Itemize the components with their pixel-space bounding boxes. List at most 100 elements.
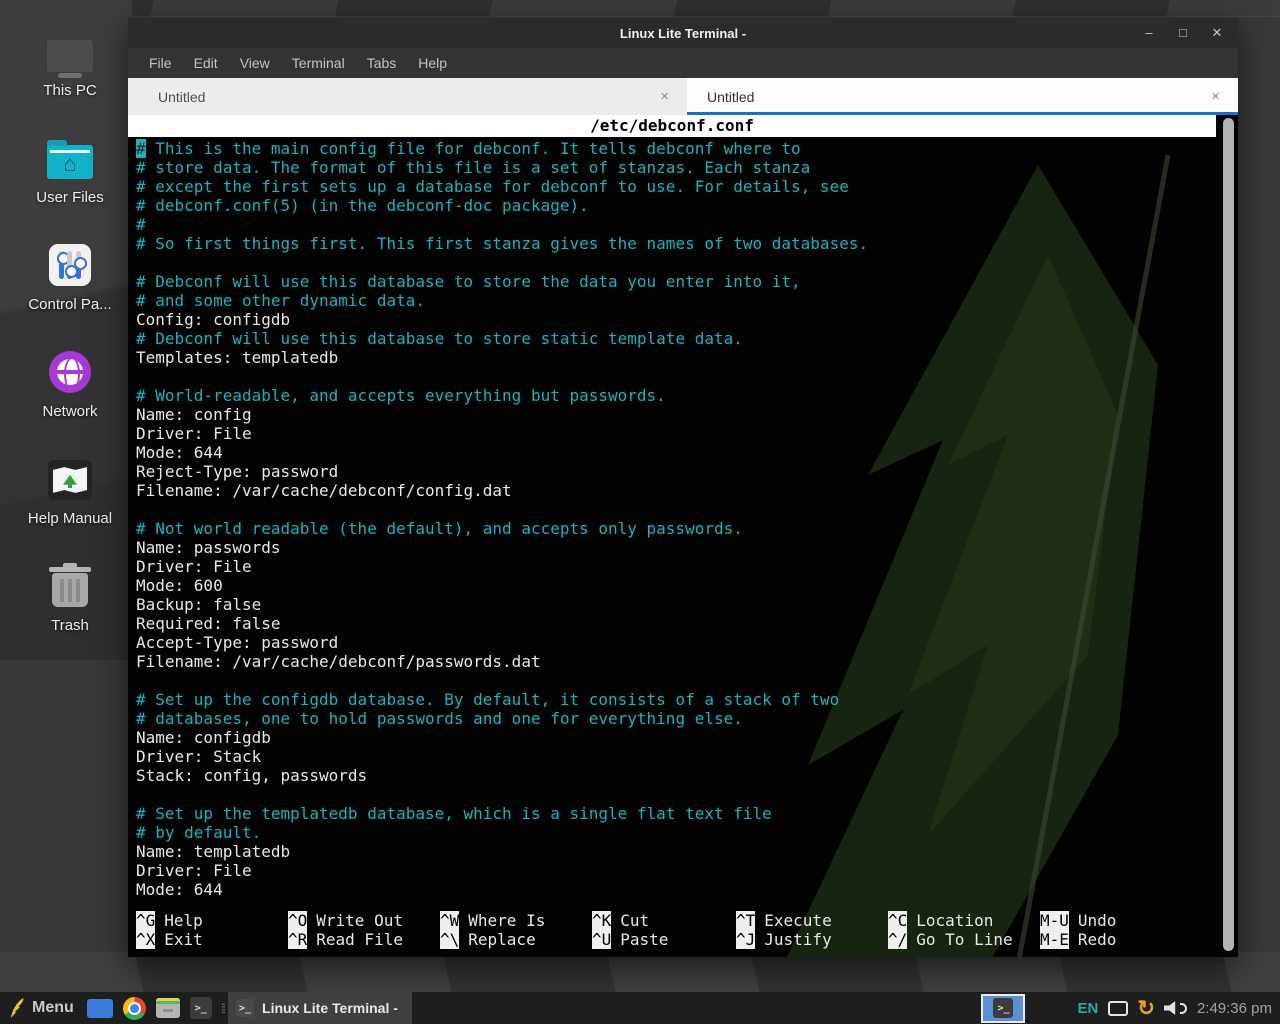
terminal-line: # Not world readable (the default), and … <box>136 519 1212 538</box>
terminal-launcher[interactable]: >_ <box>190 997 212 1019</box>
desktop-icon-network[interactable]: Network <box>10 345 130 420</box>
menu-button-label: Menu <box>32 999 74 1017</box>
file-manager-icon <box>156 998 180 1018</box>
chrome-launcher[interactable] <box>123 997 146 1020</box>
tab-untitled-1[interactable]: Untitled × <box>128 78 687 115</box>
menu-bar: FileEditViewTerminalTabsHelp <box>128 48 1238 78</box>
menu-item-file[interactable]: File <box>138 55 183 71</box>
help-manual-icon <box>48 452 92 500</box>
nano-shortcut: ^\Replace <box>440 930 592 949</box>
volume-icon[interactable] <box>1164 1001 1187 1016</box>
terminal-line: Driver: File <box>136 557 1212 576</box>
menu-button[interactable]: Menu <box>0 992 82 1024</box>
terminal-line <box>136 500 1212 519</box>
maximize-button[interactable]: □ <box>1176 25 1190 41</box>
terminal-line: # Set up the templatedb database, which … <box>136 804 1212 823</box>
terminal-line: Driver: Stack <box>136 747 1212 766</box>
terminal-line: Mode: 644 <box>136 443 1212 462</box>
terminal-line: # debconf.conf(5) (in the debconf-doc pa… <box>136 196 1212 215</box>
menu-item-help[interactable]: Help <box>407 55 458 71</box>
nano-lines[interactable]: # This is the main config file for debco… <box>128 137 1238 911</box>
keyboard-layout-indicator[interactable]: EN <box>1077 1000 1098 1017</box>
terminal-line: # Set up the configdb database. By defau… <box>136 690 1212 709</box>
folder-home-icon: ⌂ <box>47 131 93 179</box>
clock[interactable]: 2:49:36 pm <box>1197 1000 1272 1017</box>
display-tray-icon[interactable] <box>1108 1001 1128 1016</box>
tab-bar: Untitled × Untitled × <box>128 78 1238 115</box>
terminal-line: # databases, one to hold passwords and o… <box>136 709 1212 728</box>
desktop-icon-label: Network <box>42 403 97 420</box>
terminal-line <box>136 253 1212 272</box>
terminal-line: Filename: /var/cache/debconf/config.dat <box>136 481 1212 500</box>
terminal-line <box>136 367 1212 386</box>
nano-shortcut: ^/Go To Line <box>888 930 1040 949</box>
desktop-icon-label: Control Pa... <box>28 296 111 313</box>
nano-shortcut: ^KCut <box>592 911 736 930</box>
update-notifier-icon[interactable]: ↻ <box>1137 998 1155 1019</box>
window-titlebar[interactable]: Linux Lite Terminal - – □ ✕ <box>128 18 1238 48</box>
menu-item-terminal[interactable]: Terminal <box>281 55 356 71</box>
tab-label: Untitled <box>707 89 1207 105</box>
nano-shortcut: ^JJustify <box>736 930 888 949</box>
nano-file-path: /etc/debconf.conf <box>128 115 1216 137</box>
desktop-icon-label: Trash <box>51 617 89 634</box>
task-button-terminal[interactable]: >_ Linux Lite Terminal - <box>228 992 412 1024</box>
wallpaper-facet-bottom <box>0 952 1280 992</box>
tab-close-icon[interactable]: × <box>656 88 673 105</box>
desktop-icon-help-manual[interactable]: Help Manual <box>10 452 130 527</box>
menu-item-edit[interactable]: Edit <box>183 55 229 71</box>
nano-shortcut: ^WWhere Is <box>440 911 592 930</box>
menu-item-tabs[interactable]: Tabs <box>356 55 408 71</box>
linux-lite-feather-icon <box>8 996 25 1020</box>
terminal-line: # So first things first. This first stan… <box>136 234 1212 253</box>
desktop-icon-column: This PC ⌂ User Files Control Pa... Netwo… <box>6 24 134 666</box>
nano-shortcut: ^CLocation <box>888 911 1040 930</box>
terminal-content[interactable]: GNU nano 7.2 /etc/debconf.conf # This is… <box>128 115 1238 957</box>
text-cursor: # <box>136 139 146 158</box>
terminal-line: Filename: /var/cache/debconf/passwords.d… <box>136 652 1212 671</box>
network-globe-icon <box>49 345 91 393</box>
terminal-line <box>136 785 1212 804</box>
minimize-button[interactable]: – <box>1142 25 1156 41</box>
tab-close-icon[interactable]: × <box>1207 88 1224 105</box>
nano-shortcut: ^GHelp <box>136 911 288 930</box>
desktop-icon-control-panel[interactable]: Control Pa... <box>10 238 130 313</box>
terminal-line: # and some other dynamic data. <box>136 291 1212 310</box>
terminal-line: # World-readable, and accepts everything… <box>136 386 1212 405</box>
desktop-icon-label: Help Manual <box>28 510 112 527</box>
tab-untitled-2[interactable]: Untitled × <box>687 78 1238 115</box>
terminal-window: Linux Lite Terminal - – □ ✕ FileEditView… <box>128 18 1238 957</box>
nano-shortcut: ^OWrite Out <box>288 911 440 930</box>
tray-terminal-indicator[interactable]: >_ <box>981 994 1025 1023</box>
nano-shortcut-bar: ^GHelp^OWrite Out^WWhere Is^KCut^TExecut… <box>128 911 1238 957</box>
terminal-line <box>136 671 1212 690</box>
terminal-line: # <box>136 215 1212 234</box>
file-manager-launcher[interactable] <box>156 998 180 1018</box>
terminal-scrollbar[interactable] <box>1223 118 1234 951</box>
terminal-icon: >_ <box>236 999 254 1017</box>
terminal-line: Accept-Type: password <box>136 633 1212 652</box>
terminal-line: Driver: File <box>136 861 1212 880</box>
taskbar: Menu >_ ⁞⁞ >_ Linux Lite Terminal - >_ E… <box>0 992 1280 1024</box>
terminal-line: # by default. <box>136 823 1212 842</box>
nano-shortcut: M-UUndo <box>1040 911 1238 930</box>
nano-shortcut: ^XExit <box>136 930 288 949</box>
desktop-icon-this-pc[interactable]: This PC <box>10 24 130 99</box>
terminal-line: Name: passwords <box>136 538 1212 557</box>
terminal-line: Mode: 600 <box>136 576 1212 595</box>
desktop-icon-trash[interactable]: Trash <box>10 559 130 634</box>
task-button-label: Linux Lite Terminal - <box>262 1000 398 1016</box>
desktop-icon-user-files[interactable]: ⌂ User Files <box>10 131 130 206</box>
nano-titlebar: GNU nano 7.2 /etc/debconf.conf <box>128 115 1216 137</box>
control-panel-icon <box>49 238 91 286</box>
show-desktop-button[interactable] <box>87 999 113 1018</box>
desktop-icon-label: User Files <box>36 189 104 206</box>
close-button[interactable]: ✕ <box>1210 25 1224 41</box>
scrollbar-thumb[interactable] <box>1223 118 1234 951</box>
terminal-line: Config: configdb <box>136 310 1212 329</box>
nano-shortcut: M-ERedo <box>1040 930 1238 949</box>
taskbar-separator: ⁞⁞ <box>221 1001 224 1016</box>
terminal-line: # store data. The format of this file is… <box>136 158 1212 177</box>
terminal-line: Backup: false <box>136 595 1212 614</box>
menu-item-view[interactable]: View <box>229 55 281 71</box>
